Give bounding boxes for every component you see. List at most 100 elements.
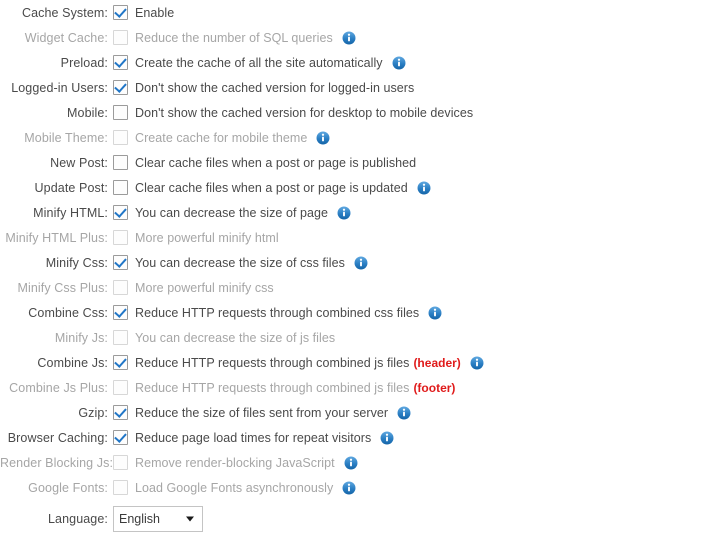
checkbox-label[interactable]: Reduce page load times for repeat visito… (135, 431, 371, 445)
checkbox-widget-cache (113, 30, 128, 45)
row-label: Google Fonts: (28, 480, 108, 495)
row-label: Minify Css: (45, 255, 108, 270)
checkbox-label: More powerful minify html (135, 230, 279, 245)
position-tag: (header) (413, 355, 461, 370)
row-label: Preload: (60, 55, 108, 70)
checkbox-minify-css[interactable] (113, 255, 128, 270)
settings-row: Minify HTML Plus: More powerful minify ht… (0, 225, 706, 250)
settings-row: Google Fonts: Load Google Fonts asynchron… (0, 475, 706, 500)
row-label: Cache System: (21, 5, 108, 20)
settings-row: Minify Css Plus: More powerful minify css (0, 275, 706, 300)
row-label: Browser Caching: (7, 430, 108, 445)
checkbox-label[interactable]: Clear cache files when a post or page is… (135, 181, 408, 195)
settings-row: Combine Css: Reduce HTTP requests through… (0, 300, 706, 325)
settings-row: Minify HTML: You can decrease the size of… (0, 200, 706, 225)
settings-row-language: Language: English (0, 500, 706, 538)
settings-rows: Cache System: Enable Widget Cache: Reduce t… (0, 0, 706, 500)
row-label: Mobile: (67, 105, 108, 120)
cache-settings-form: Cache System: Enable Widget Cache: Reduce t… (0, 0, 706, 548)
row-label: Render Blocking Js: (0, 455, 114, 470)
settings-row: Minify Js: You can decrease the size of j… (0, 325, 706, 350)
info-circle-icon[interactable] (392, 56, 406, 70)
row-label: Combine Css: (28, 305, 108, 320)
settings-row: New Post: Clear cache files when a post o… (0, 150, 706, 175)
checkbox-cache-system[interactable] (113, 5, 128, 20)
checkbox-combine-js[interactable] (113, 355, 128, 370)
checkbox-label[interactable]: Reduce the size of files sent from your … (135, 406, 388, 420)
checkbox-combine-css[interactable] (113, 305, 128, 320)
row-label: Minify Js: (54, 330, 108, 345)
checkbox-update-post[interactable] (113, 180, 128, 195)
language-select[interactable]: English (113, 506, 203, 532)
info-circle-icon[interactable] (428, 306, 442, 320)
checkbox-preload[interactable] (113, 55, 128, 70)
info-circle-icon[interactable] (380, 431, 394, 445)
row-label: Combine Js Plus: (9, 380, 108, 395)
checkbox-label[interactable]: You can decrease the size of css files (135, 256, 345, 270)
checkbox-label: Reduce HTTP requests through combined js… (135, 380, 410, 395)
row-label: Minify HTML Plus: (5, 230, 108, 245)
settings-row: Minify Css: You can decrease the size of … (0, 250, 706, 275)
info-circle-icon[interactable] (470, 356, 484, 370)
settings-row: Widget Cache: Reduce the number of SQL qu… (0, 25, 706, 50)
checkbox-label[interactable]: Create the cache of all the site automat… (135, 56, 383, 70)
settings-row: Render Blocking Js: Remove render-blockin… (0, 450, 706, 475)
settings-row: Gzip: Reduce the size of files sent from … (0, 400, 706, 425)
info-circle-icon[interactable] (342, 31, 356, 45)
settings-row: Browser Caching: Reduce page load times f… (0, 425, 706, 450)
info-circle-icon[interactable] (354, 256, 368, 270)
checkbox-label: More powerful minify css (135, 280, 274, 295)
row-label: Gzip: (78, 405, 108, 420)
checkbox-render-blocking-js (113, 455, 128, 470)
checkbox-minify-html[interactable] (113, 205, 128, 220)
checkbox-new-post[interactable] (113, 155, 128, 170)
checkbox-gzip[interactable] (113, 405, 128, 420)
checkbox-minify-html-plus (113, 230, 128, 245)
info-circle-icon[interactable] (342, 481, 356, 495)
checkbox-label[interactable]: Reduce HTTP requests through combined cs… (135, 306, 419, 320)
checkbox-logged-in-users[interactable] (113, 80, 128, 95)
settings-row: Preload: Create the cache of all the site… (0, 50, 706, 75)
settings-row: Combine Js: Reduce HTTP requests through … (0, 350, 706, 375)
settings-row: Update Post: Clear cache files when a pos… (0, 175, 706, 200)
row-label: Update Post: (34, 180, 108, 195)
checkbox-browser-caching[interactable] (113, 430, 128, 445)
checkbox-label: Reduce the number of SQL queries (135, 30, 333, 45)
position-tag: (footer) (413, 380, 456, 395)
checkbox-label[interactable]: You can decrease the size of page (135, 206, 328, 220)
info-circle-icon[interactable] (397, 406, 411, 420)
checkbox-label[interactable]: Clear cache files when a post or page is… (135, 156, 416, 170)
checkbox-label[interactable]: Don't show the cached version for logged… (135, 81, 414, 95)
row-label: Minify HTML: (33, 205, 108, 220)
info-circle-icon[interactable] (337, 206, 351, 220)
row-label: Logged-in Users: (11, 80, 108, 95)
checkbox-label: Load Google Fonts asynchronously (135, 480, 334, 495)
checkbox-label: Create cache for mobile theme (135, 130, 308, 145)
row-label-language: Language: (48, 512, 108, 526)
settings-row: Mobile Theme: Create cache for mobile the… (0, 125, 706, 150)
checkbox-mobile-theme (113, 130, 128, 145)
checkbox-label[interactable]: Enable (135, 6, 174, 20)
row-label: Widget Cache: (24, 30, 108, 45)
checkbox-label[interactable]: Don't show the cached version for deskto… (135, 106, 473, 120)
checkbox-minify-js (113, 330, 128, 345)
info-circle-icon[interactable] (344, 456, 358, 470)
checkbox-label: Remove render-blocking JavaScript (135, 455, 335, 470)
settings-row: Combine Js Plus: Reduce HTTP requests thr… (0, 375, 706, 400)
language-select-wrapper[interactable]: English (113, 506, 203, 532)
checkbox-label[interactable]: Reduce HTTP requests through combined js… (135, 356, 409, 370)
row-label: Minify Css Plus: (17, 280, 108, 295)
settings-row: Mobile: Don't show the cached version for… (0, 100, 706, 125)
settings-row: Cache System: Enable (0, 0, 706, 25)
checkbox-mobile[interactable] (113, 105, 128, 120)
checkbox-label: You can decrease the size of js files (135, 330, 336, 345)
checkbox-combine-js-plus (113, 380, 128, 395)
row-label: Mobile Theme: (24, 130, 108, 145)
checkbox-google-fonts (113, 480, 128, 495)
row-label: New Post: (50, 155, 108, 170)
checkbox-minify-css-plus (113, 280, 128, 295)
settings-row: Logged-in Users: Don't show the cached ve… (0, 75, 706, 100)
info-circle-icon[interactable] (316, 131, 330, 145)
info-circle-icon[interactable] (417, 181, 431, 195)
row-label: Combine Js: (37, 355, 108, 370)
